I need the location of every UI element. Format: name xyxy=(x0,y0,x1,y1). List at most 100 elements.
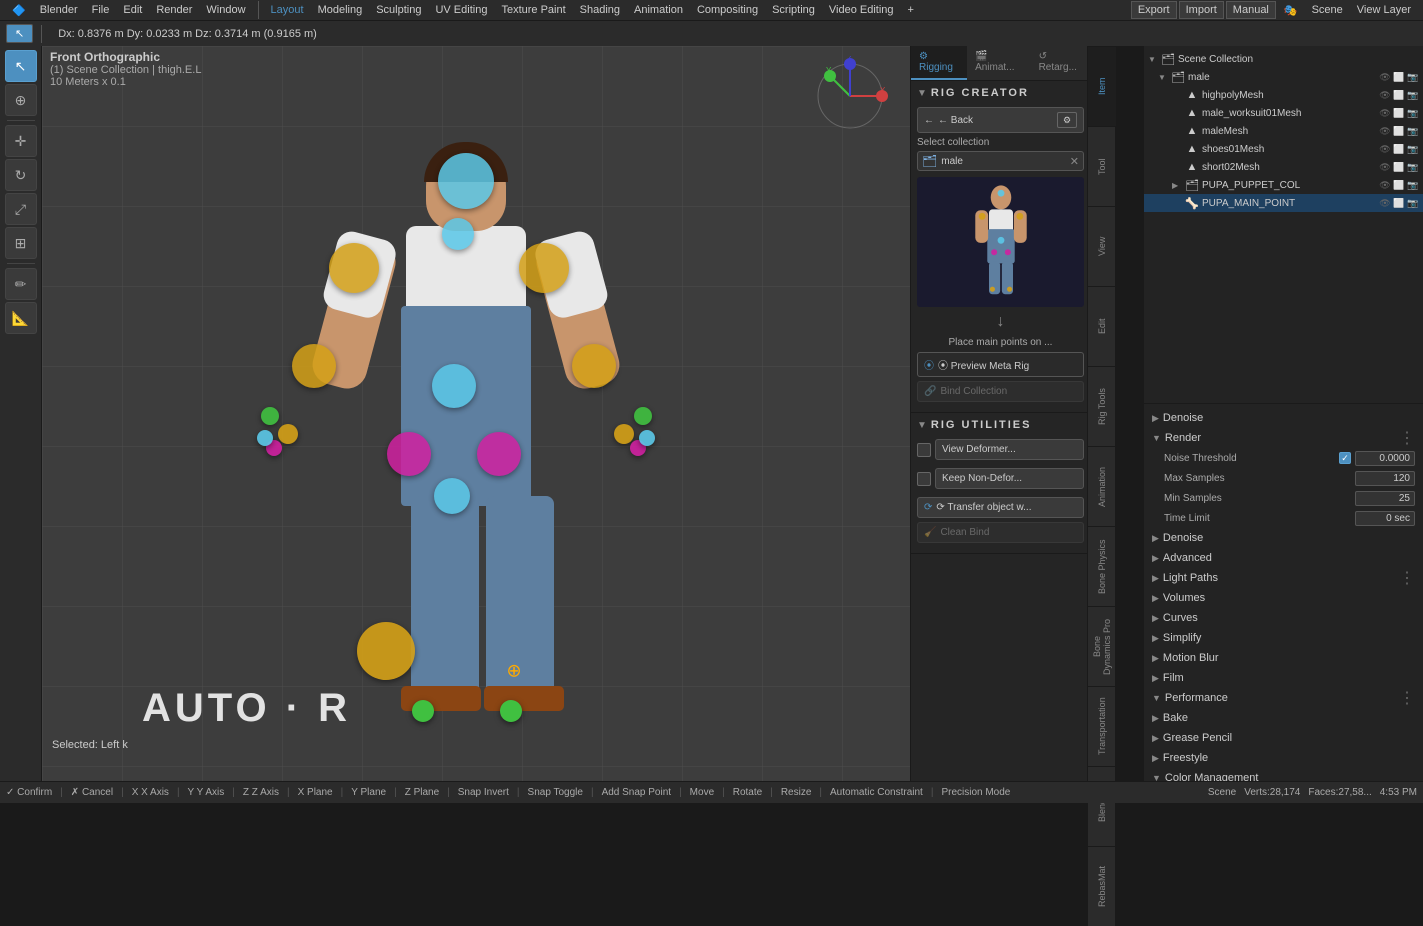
scene-item-male[interactable]: ▼ 🗂 male 👁 ⬜ 📷 xyxy=(1144,68,1423,86)
add-snap-item[interactable]: Add Snap Point xyxy=(602,787,672,798)
vis-cam-3[interactable]: 📷 xyxy=(1407,126,1419,137)
time-limit-value[interactable]: 0 sec xyxy=(1355,511,1415,526)
x-plane-item[interactable]: X Plane xyxy=(298,787,333,798)
vis-lock-main[interactable]: ⬜ xyxy=(1393,198,1405,209)
vis-cam-pupa[interactable]: 📷 xyxy=(1407,180,1419,191)
vtab-edit[interactable]: Edit xyxy=(1088,286,1116,366)
transfer-object-btn[interactable]: ⟳ ⟳ Transfer object w... xyxy=(917,497,1084,518)
vtab-bone-physics[interactable]: Bone Physics xyxy=(1088,526,1116,606)
render-dots[interactable]: ⋮ xyxy=(1399,428,1415,448)
vis-eye-pupa[interactable]: 👁 xyxy=(1379,180,1391,191)
vis-lock-2[interactable]: ⬜ xyxy=(1393,108,1405,119)
precision-mode-item[interactable]: Precision Mode xyxy=(941,787,1010,798)
menu-window[interactable]: Render xyxy=(150,2,198,18)
grease-pencil-section[interactable]: ▶ Grease Pencil xyxy=(1144,728,1423,748)
rotate-item[interactable]: Rotate xyxy=(733,787,762,798)
freestyle-section[interactable]: ▶ Freestyle xyxy=(1144,748,1423,768)
tab-rigging[interactable]: ⚙ Rigging xyxy=(911,46,967,80)
cursor-tool[interactable]: ⊕ xyxy=(5,84,37,116)
measure-tool[interactable]: 📐 xyxy=(5,302,37,334)
noise-threshold-checkbox[interactable]: ✓ xyxy=(1339,452,1351,464)
3d-nav-gizmo[interactable]: X Y Z xyxy=(810,56,890,139)
snap-toggle-item[interactable]: Snap Toggle xyxy=(528,787,583,798)
move-tool[interactable]: ✛ xyxy=(5,125,37,157)
cancel-item[interactable]: ✗ Cancel xyxy=(71,787,113,798)
vtab-blendai[interactable]: BlendAI xyxy=(1088,766,1116,846)
tab-uv[interactable]: UV Editing xyxy=(429,2,493,18)
tab-texture[interactable]: Texture Paint xyxy=(495,2,571,18)
vtab-rig-tools[interactable]: Rig Tools xyxy=(1088,366,1116,446)
vis-eye-5[interactable]: 👁 xyxy=(1379,162,1391,173)
resize-item[interactable]: Resize xyxy=(781,787,812,798)
auto-constraint-item[interactable]: Automatic Constraint xyxy=(830,787,923,798)
menu-edit[interactable]: File xyxy=(86,2,116,18)
vis-lock-4[interactable]: ⬜ xyxy=(1393,144,1405,155)
vis-lock-pupa[interactable]: ⬜ xyxy=(1393,180,1405,191)
select-tool[interactable]: ↖ xyxy=(5,50,37,82)
vtab-animation[interactable]: Animation xyxy=(1088,446,1116,526)
menu-help[interactable]: Window xyxy=(200,2,251,18)
menu-file[interactable]: Blender xyxy=(34,2,84,18)
vis-lock-5[interactable]: ⬜ xyxy=(1393,162,1405,173)
denoise-section-2[interactable]: ▶ Denoise xyxy=(1144,528,1423,548)
vtab-tool[interactable]: Tool xyxy=(1088,126,1116,206)
z-axis-item[interactable]: Z Z Axis xyxy=(243,787,279,798)
scene-item-pupa-main[interactable]: 🦴 PUPA_MAIN_POINT 👁 ⬜ 📷 xyxy=(1144,194,1423,212)
menu-render[interactable]: Edit xyxy=(117,2,148,18)
tab-add[interactable]: + xyxy=(902,2,920,18)
vis-eye[interactable]: 👁 xyxy=(1379,72,1391,83)
tab-retarg[interactable]: ↺ Retarg... xyxy=(1031,46,1090,80)
scene-item-shoes[interactable]: ▲ shoes01Mesh 👁 ⬜ 📷 xyxy=(1144,140,1423,158)
scene-item-worksuit[interactable]: ▲ male_worksuit01Mesh 👁 ⬜ 📷 xyxy=(1144,104,1423,122)
simplify-section[interactable]: ▶ Simplify xyxy=(1144,628,1423,648)
transform-tool[interactable]: ⊞ xyxy=(5,227,37,259)
vis-cam-5[interactable]: 📷 xyxy=(1407,162,1419,173)
curves-section[interactable]: ▶ Curves xyxy=(1144,608,1423,628)
view-deformer-checkbox[interactable] xyxy=(917,443,931,457)
tab-video-editing[interactable]: Video Editing xyxy=(823,2,900,18)
performance-section[interactable]: ▼ Performance ⋮ xyxy=(1144,688,1423,708)
back-button[interactable]: ← ← Back ⚙ xyxy=(917,107,1084,133)
vis-eye-4[interactable]: 👁 xyxy=(1379,144,1391,155)
snap-invert-item[interactable]: Snap Invert xyxy=(458,787,509,798)
tab-compositing[interactable]: Compositing xyxy=(691,2,764,18)
manual-btn[interactable]: Manual xyxy=(1226,1,1276,19)
vis-eye-main[interactable]: 👁 xyxy=(1379,198,1391,209)
film-section[interactable]: ▶ Film xyxy=(1144,668,1423,688)
vis-eye-1[interactable]: 👁 xyxy=(1379,90,1391,101)
vis-render[interactable]: 📷 xyxy=(1407,72,1419,83)
light-paths-section[interactable]: ▶ Light Paths ⋮ xyxy=(1144,568,1423,588)
vis-eye-2[interactable]: 👁 xyxy=(1379,108,1391,119)
max-samples-value[interactable]: 120 xyxy=(1355,471,1415,486)
collection-clear-btn[interactable]: ✕ xyxy=(1070,155,1079,168)
confirm-item[interactable]: ✓ Confirm xyxy=(6,787,52,798)
lightpaths-dots[interactable]: ⋮ xyxy=(1399,568,1415,588)
scene-item-short02[interactable]: ▲ short02Mesh 👁 ⬜ 📷 xyxy=(1144,158,1423,176)
tab-scripting[interactable]: Scripting xyxy=(766,2,821,18)
motion-blur-section[interactable]: ▶ Motion Blur xyxy=(1144,648,1423,668)
scene-item-pupa-puppet[interactable]: ▶ 🗂 PUPA_PUPPET_COL 👁 ⬜ 📷 xyxy=(1144,176,1423,194)
z-plane-item[interactable]: Z Plane xyxy=(405,787,439,798)
performance-dots[interactable]: ⋮ xyxy=(1399,688,1415,708)
export-btn[interactable]: Export xyxy=(1131,1,1177,19)
vtab-view[interactable]: View xyxy=(1088,206,1116,286)
collection-selector[interactable]: 🗂 male ✕ xyxy=(917,151,1084,171)
import-btn[interactable]: Import xyxy=(1179,1,1224,19)
scale-tool[interactable]: ⤢ xyxy=(5,193,37,225)
vtab-rebamat[interactable]: RebasMat xyxy=(1088,846,1116,926)
scene-collection-root[interactable]: ▼ 🗂 Scene Collection xyxy=(1144,50,1423,68)
3d-viewport[interactable]: Front Orthographic (1) Scene Collection … xyxy=(42,46,910,781)
noise-threshold-value[interactable]: 0.0000 xyxy=(1355,451,1415,466)
keep-non-deformer-btn[interactable]: Keep Non-Defor... xyxy=(935,468,1084,489)
denoise-section-1[interactable]: ▶ Denoise xyxy=(1144,408,1423,428)
keep-non-deformer-checkbox[interactable] xyxy=(917,472,931,486)
tab-animat[interactable]: 🎬 Animat... xyxy=(967,46,1031,80)
move-item[interactable]: Move xyxy=(690,787,714,798)
tab-shading[interactable]: Shading xyxy=(574,2,626,18)
vis-cam-1[interactable]: 📷 xyxy=(1407,90,1419,101)
min-samples-value[interactable]: 25 xyxy=(1355,491,1415,506)
x-axis-item[interactable]: X X Axis xyxy=(132,787,169,798)
vis-cam-main[interactable]: 📷 xyxy=(1407,198,1419,209)
annotate-tool[interactable]: ✏ xyxy=(5,268,37,300)
y-axis-item[interactable]: Y Y Axis xyxy=(188,787,225,798)
